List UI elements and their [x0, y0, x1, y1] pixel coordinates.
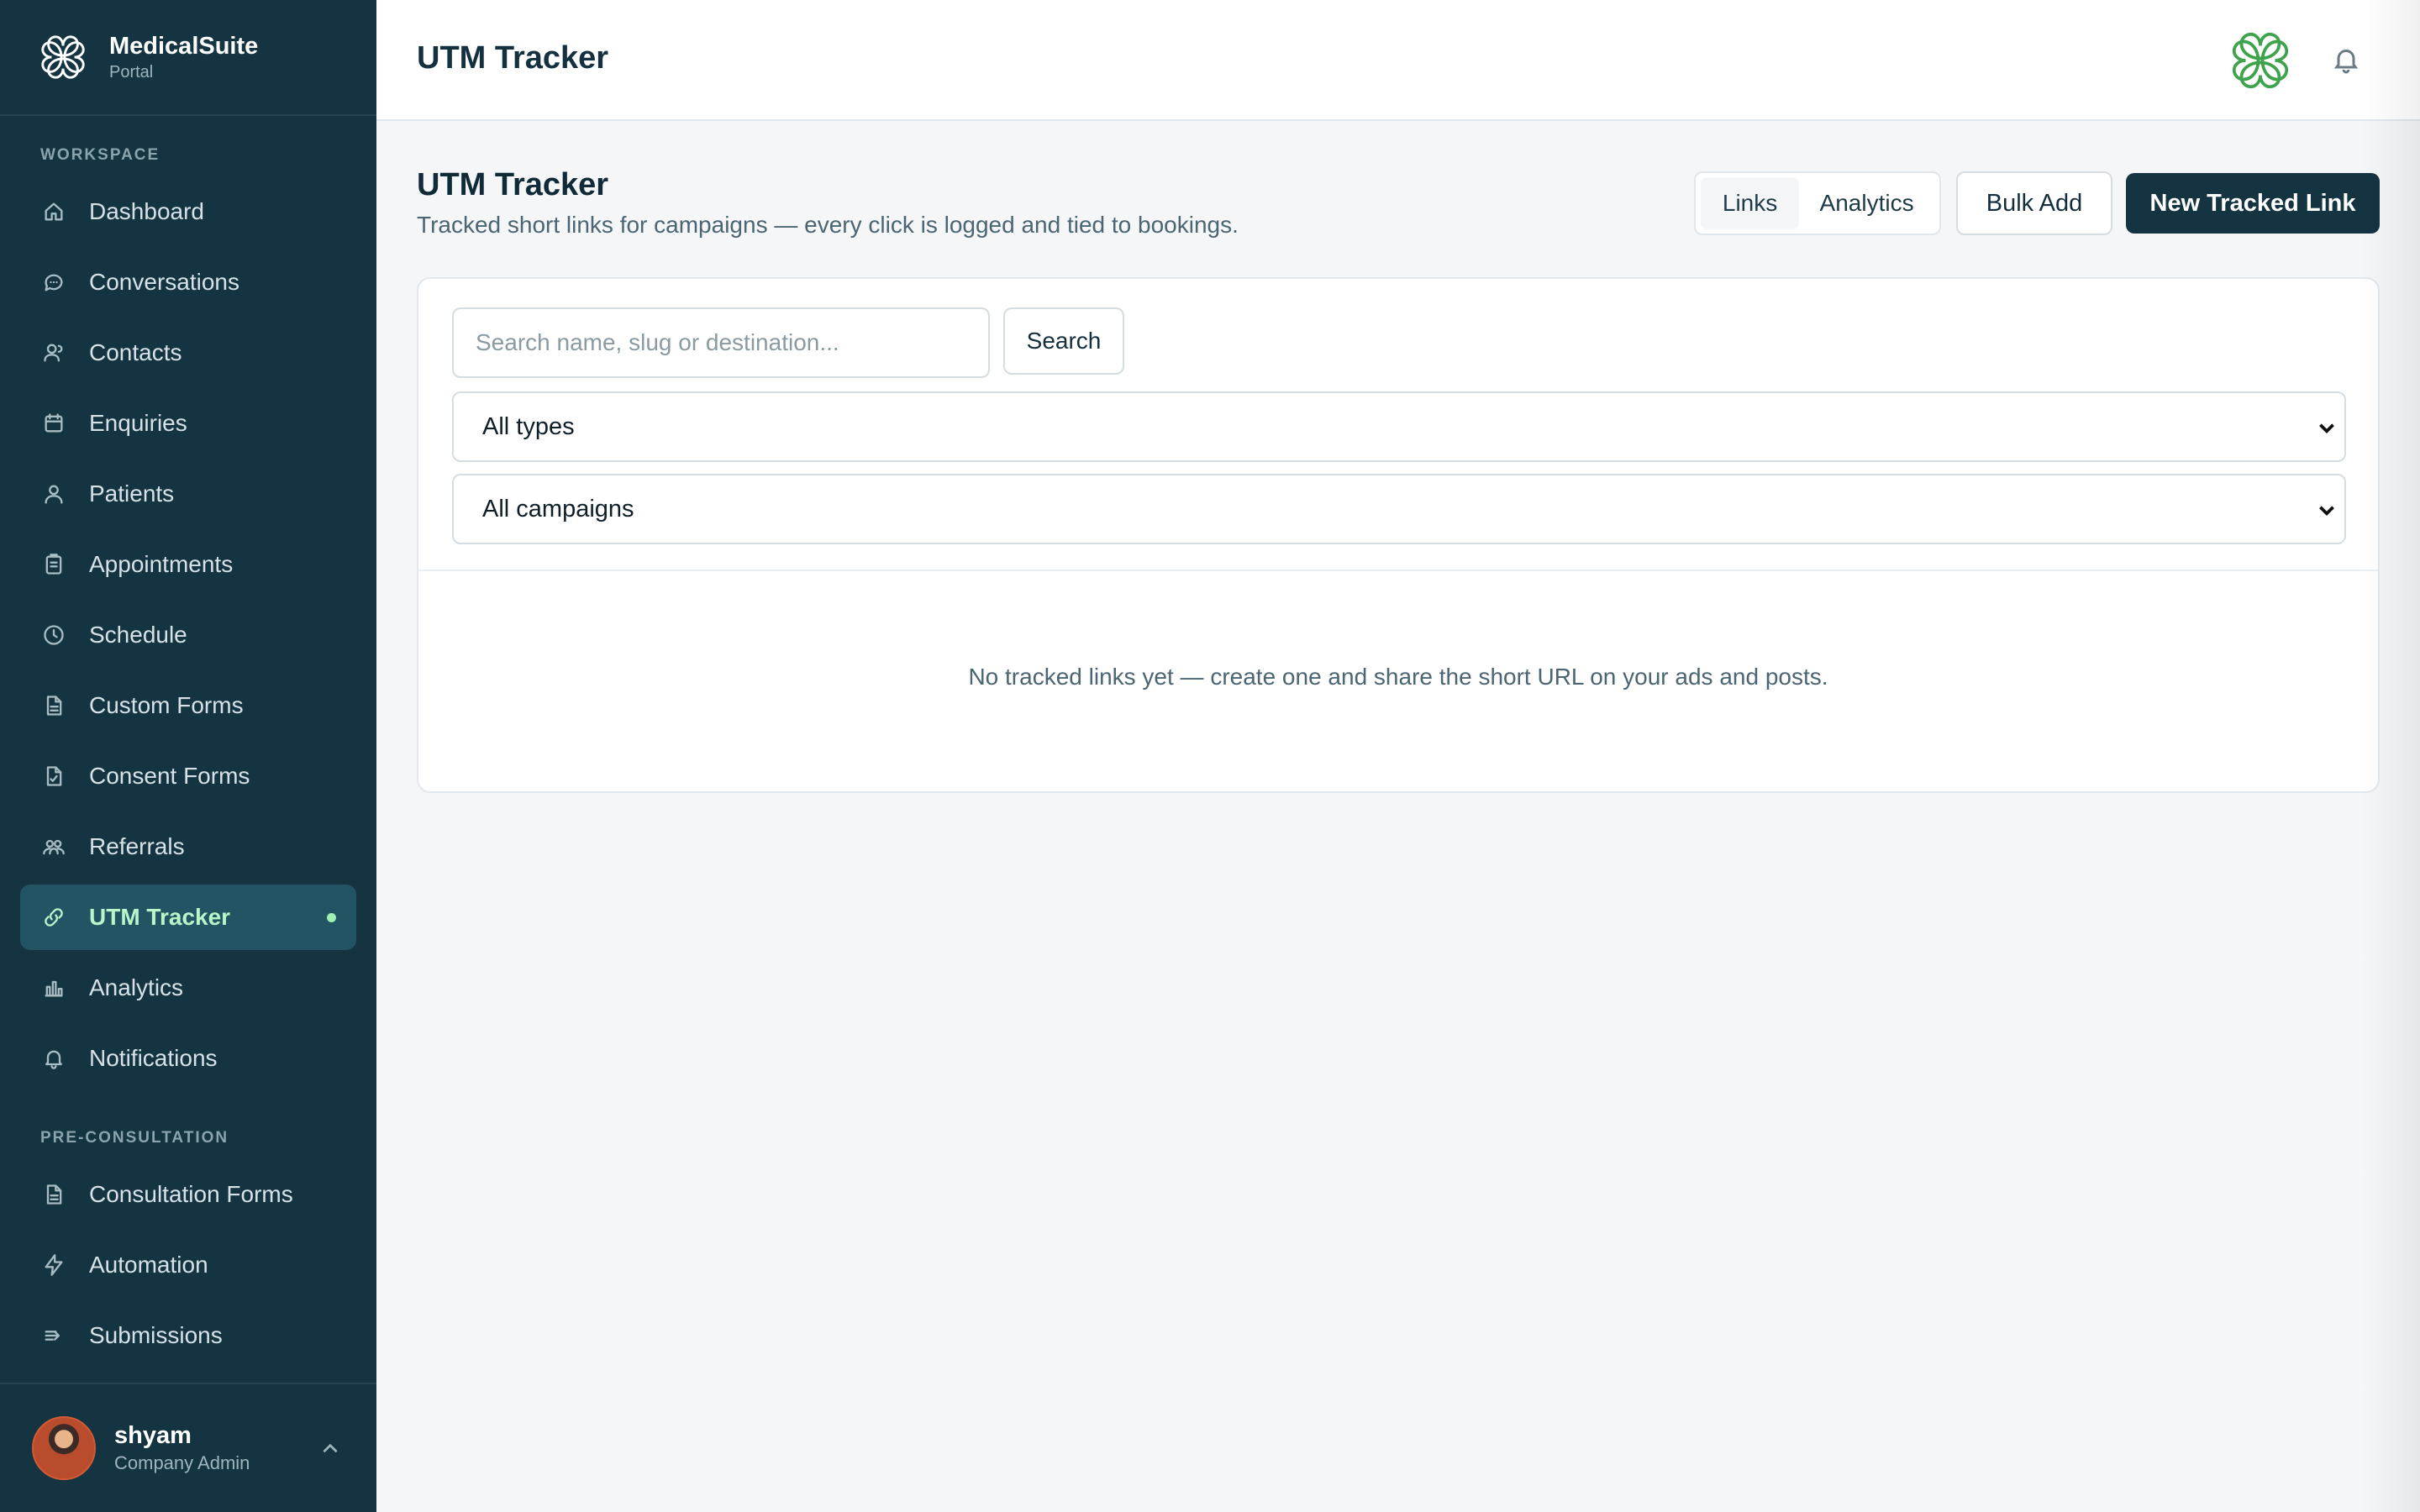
sidebar-item-analytics[interactable]: Analytics	[20, 955, 356, 1021]
sidebar-item-dashboard[interactable]: Dashboard	[20, 179, 356, 244]
bar-chart-icon	[42, 976, 66, 1000]
users-icon	[42, 835, 66, 858]
sidebar-item-submissions[interactable]: Submissions	[20, 1303, 356, 1368]
type-filter-value: All types	[482, 412, 575, 440]
brand-subtitle: Portal	[109, 63, 154, 81]
sidebar-item-automation[interactable]: Automation	[20, 1232, 356, 1298]
sidebar-item-label: Notifications	[89, 1045, 218, 1071]
tab-analytics[interactable]: Analytics	[1799, 177, 1934, 229]
chevron-down-icon	[2316, 417, 2338, 438]
bell-icon	[42, 1047, 66, 1070]
search-button[interactable]: Search	[1003, 307, 1124, 375]
sidebar-item-referrals[interactable]: Referrals	[20, 814, 356, 879]
sidebar-item-label: Consent Forms	[89, 763, 250, 789]
sidebar-item-label: Dashboard	[89, 198, 204, 224]
section-label-pre-consultation: PRE-CONSULTATION	[40, 1129, 229, 1147]
sidebar-item-patients[interactable]: Patients	[20, 461, 356, 527]
sidebar: MedicalSuite Portal WORKSPACE Dashboard C…	[0, 0, 376, 1512]
sidebar-item-custom-forms[interactable]: Custom Forms	[20, 673, 356, 738]
send-icon	[42, 1324, 66, 1347]
sidebar-item-label: Patients	[89, 480, 175, 507]
sidebar-item-utm-tracker[interactable]: UTM Tracker	[20, 885, 356, 950]
sidebar-item-label: Contacts	[89, 339, 182, 365]
sidebar-item-label: UTM Tracker	[89, 904, 231, 930]
section-label-workspace: WORKSPACE	[40, 146, 160, 164]
user-panel[interactable]: shyam Company Admin	[0, 1383, 376, 1512]
sidebar-item-consultation-forms[interactable]: Consultation Forms	[20, 1162, 356, 1227]
document-check-icon	[42, 764, 66, 788]
sidebar-item-label: Schedule	[89, 622, 187, 648]
sidebar-item-label: Enquiries	[89, 410, 187, 436]
sidebar-item-appointments[interactable]: Appointments	[20, 532, 356, 597]
top-bar: UTM Tracker	[376, 0, 2420, 121]
chat-icon	[42, 270, 66, 294]
brand[interactable]: MedicalSuite Portal	[0, 0, 376, 116]
brand-title: MedicalSuite	[109, 33, 259, 60]
sidebar-item-enquiries[interactable]: Enquiries	[20, 391, 356, 456]
clover-logo-icon	[41, 35, 85, 79]
lightning-icon	[42, 1253, 66, 1277]
clock-icon	[42, 623, 66, 647]
sidebar-item-contacts[interactable]: Contacts	[20, 320, 356, 386]
chevron-down-icon	[2316, 499, 2338, 521]
document-icon	[42, 694, 66, 717]
campaign-filter-select[interactable]: All campaigns	[452, 474, 2346, 544]
sidebar-item-label: Appointments	[89, 551, 234, 577]
sidebar-item-schedule[interactable]: Schedule	[20, 602, 356, 668]
user-role: Company Admin	[114, 1452, 250, 1473]
sidebar-item-label: Analytics	[89, 974, 184, 1000]
view-toggle: Links Analytics	[1694, 171, 1941, 235]
active-indicator-dot	[327, 913, 336, 922]
empty-state-message: No tracked links yet — create one and sh…	[968, 664, 1828, 690]
clipboard-icon	[42, 553, 66, 576]
page-header: UTM Tracker Tracked short links for camp…	[417, 165, 1239, 244]
bulk-add-button[interactable]: Bulk Add	[1956, 171, 2112, 235]
campaign-filter-value: All campaigns	[482, 495, 634, 522]
sidebar-item-label: Automation	[89, 1252, 208, 1278]
sidebar-item-label: Referrals	[89, 833, 185, 859]
avatar	[32, 1416, 96, 1480]
page-subtitle: Tracked short links for campaigns — ever…	[417, 212, 1239, 238]
clover-icon[interactable]	[2227, 27, 2294, 94]
divider	[418, 570, 2378, 571]
sidebar-item-label: Submissions	[89, 1322, 223, 1348]
calendar-icon	[42, 412, 66, 435]
type-filter-select[interactable]: All types	[452, 391, 2346, 462]
sidebar-item-notifications[interactable]: Notifications	[20, 1026, 356, 1091]
sidebar-item-conversations[interactable]: Conversations	[20, 249, 356, 315]
links-card: Search All types All campaigns No tracke…	[417, 277, 2380, 793]
contacts-icon	[42, 341, 66, 365]
bell-icon[interactable]	[2331, 44, 2361, 76]
sidebar-item-label: Conversations	[89, 269, 239, 295]
sidebar-item-label: Custom Forms	[89, 692, 244, 718]
sidebar-item-consent-forms[interactable]: Consent Forms	[20, 743, 356, 809]
user-icon	[42, 482, 66, 506]
header-title: UTM Tracker	[417, 40, 609, 76]
link-icon	[42, 906, 66, 929]
home-icon	[42, 200, 66, 223]
chevron-up-icon[interactable]	[319, 1438, 341, 1460]
new-tracked-link-button[interactable]: New Tracked Link	[2126, 173, 2380, 234]
document-icon	[42, 1183, 66, 1206]
search-input[interactable]	[452, 307, 990, 378]
tab-links[interactable]: Links	[1701, 177, 1800, 229]
sidebar-item-label: Consultation Forms	[89, 1181, 293, 1207]
user-name: shyam	[114, 1422, 192, 1449]
page-title: UTM Tracker	[417, 167, 609, 202]
